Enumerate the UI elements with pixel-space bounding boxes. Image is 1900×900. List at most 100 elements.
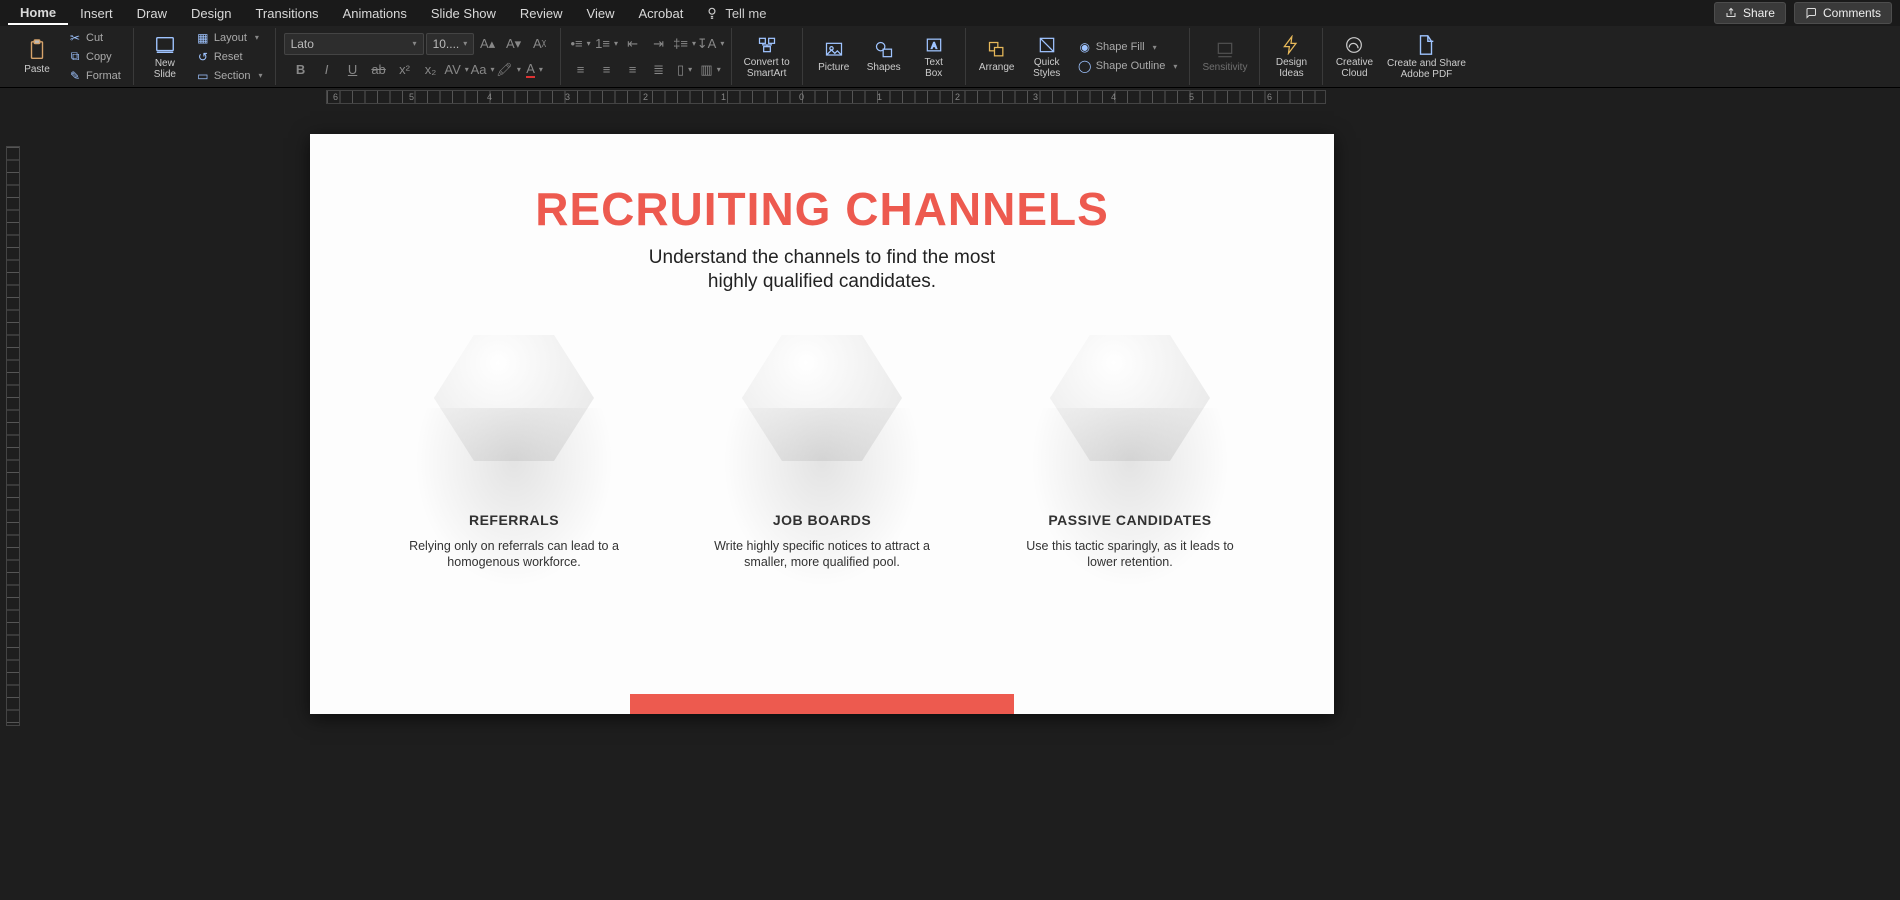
- underline-button[interactable]: U: [341, 59, 365, 81]
- bullets-button[interactable]: •≡: [569, 33, 593, 55]
- comment-icon: [1805, 7, 1817, 19]
- highlight-button[interactable]: 🖍: [497, 59, 521, 81]
- slide-title[interactable]: RECRUITING CHANNELS: [310, 182, 1334, 236]
- format-painter-button[interactable]: ✎Format: [64, 67, 125, 85]
- column-heading[interactable]: JOB BOARDS: [692, 512, 952, 528]
- italic-button[interactable]: I: [315, 59, 339, 81]
- sensitivity-button[interactable]: Sensitivity: [1198, 28, 1251, 86]
- column-job-boards[interactable]: JOB BOARDS Write highly specific notices…: [692, 328, 952, 570]
- outdent-button[interactable]: ⇤: [621, 33, 645, 55]
- align-center-button[interactable]: ≡: [595, 59, 619, 81]
- section-label: Section: [214, 70, 251, 82]
- design-ideas-button[interactable]: Design Ideas: [1268, 28, 1314, 86]
- font-size-select[interactable]: 10....: [426, 33, 474, 55]
- arrange-button[interactable]: Arrange: [974, 28, 1020, 86]
- creative-cloud-button[interactable]: Creative Cloud: [1331, 28, 1377, 86]
- tab-design[interactable]: Design: [179, 2, 243, 24]
- column-heading[interactable]: PASSIVE CANDIDATES: [1000, 512, 1260, 528]
- slide-canvas[interactable]: RECRUITING CHANNELS Understand the chann…: [310, 134, 1334, 714]
- column-body[interactable]: Relying only on referrals can lead to a …: [384, 538, 644, 570]
- change-case-button[interactable]: Aa: [471, 59, 495, 81]
- justify-icon: ≣: [653, 62, 664, 78]
- accent-bar[interactable]: [630, 694, 1014, 714]
- quick-styles-button[interactable]: Quick Styles: [1024, 28, 1070, 86]
- horizontal-ruler[interactable]: 6 5 4 3 2 1 0 1 2 3 4 5 6: [26, 88, 1900, 106]
- paste-button[interactable]: Paste: [14, 28, 60, 86]
- copy-label: Copy: [86, 51, 112, 63]
- hexagon-shape[interactable]: [1050, 328, 1210, 468]
- picture-button[interactable]: Picture: [811, 28, 857, 86]
- clear-format-button[interactable]: Aᵡ: [528, 33, 552, 55]
- ruler-tick: 6: [333, 92, 338, 102]
- tab-insert[interactable]: Insert: [68, 2, 125, 24]
- group-insert: Picture Shapes A Text Box: [803, 28, 966, 85]
- hexagon-shape[interactable]: [434, 328, 594, 468]
- convert-smartart-label: Convert to SmartArt: [744, 57, 790, 79]
- shape-fill-button[interactable]: ◉Shape Fill: [1074, 38, 1182, 56]
- tab-home[interactable]: Home: [8, 1, 68, 25]
- ruler-tick: 3: [565, 92, 570, 102]
- convert-smartart-button[interactable]: Convert to SmartArt: [740, 28, 794, 86]
- tab-view[interactable]: View: [575, 2, 627, 24]
- columns-button[interactable]: ▥: [699, 59, 723, 81]
- copy-icon: ⧉: [68, 49, 82, 64]
- comments-button[interactable]: Comments: [1794, 2, 1892, 24]
- column-passive[interactable]: PASSIVE CANDIDATES Use this tactic spari…: [1000, 328, 1260, 570]
- align-left-button[interactable]: ≡: [569, 59, 593, 81]
- group-sensitivity: Sensitivity: [1190, 28, 1260, 85]
- column-heading[interactable]: REFERRALS: [384, 512, 644, 528]
- textbox-icon: A: [923, 35, 945, 55]
- justify-button[interactable]: ≣: [647, 59, 671, 81]
- tab-draw[interactable]: Draw: [125, 2, 179, 24]
- slide-subtitle[interactable]: Understand the channels to find the most…: [310, 246, 1334, 294]
- bold-button[interactable]: B: [289, 59, 313, 81]
- strike-button[interactable]: ab: [367, 59, 391, 81]
- arrange-label: Arrange: [979, 62, 1015, 73]
- new-slide-button[interactable]: New Slide: [142, 28, 188, 86]
- indent-button[interactable]: ⇥: [647, 33, 671, 55]
- tab-review[interactable]: Review: [508, 2, 575, 24]
- line-spacing-button[interactable]: ‡≡: [673, 33, 697, 55]
- increase-font-button[interactable]: A▴: [476, 33, 500, 55]
- adobe-pdf-button[interactable]: Create and Share Adobe PDF: [1381, 28, 1471, 86]
- decrease-font-button[interactable]: A▾: [502, 33, 526, 55]
- column-body[interactable]: Use this tactic sparingly, as it leads t…: [1000, 538, 1260, 570]
- vertical-ruler[interactable]: [0, 106, 26, 900]
- tab-slideshow[interactable]: Slide Show: [419, 2, 508, 24]
- text-direction-button[interactable]: ↧A: [699, 33, 723, 55]
- align-vertical-button[interactable]: ▯: [673, 59, 697, 81]
- textbox-button[interactable]: A Text Box: [911, 28, 957, 86]
- copy-button[interactable]: ⧉ Copy: [64, 48, 125, 66]
- font-color-button[interactable]: A: [523, 59, 547, 81]
- section-button[interactable]: ▭Section: [192, 67, 267, 85]
- numbering-button[interactable]: 1≡: [595, 33, 619, 55]
- ruler-tick: 1: [877, 92, 882, 102]
- column-referrals[interactable]: REFERRALS Relying only on referrals can …: [384, 328, 644, 570]
- tab-acrobat[interactable]: Acrobat: [627, 2, 696, 24]
- share-button[interactable]: Share: [1714, 2, 1786, 24]
- text-direction-icon: ↧A: [697, 36, 717, 52]
- share-icon: [1725, 7, 1737, 19]
- shape-outline-button[interactable]: ◯Shape Outline: [1074, 57, 1182, 75]
- subscript-button[interactable]: x₂: [419, 59, 443, 81]
- group-designer: Design Ideas: [1260, 28, 1323, 85]
- hexagon-shape[interactable]: [742, 328, 902, 468]
- font-name-select[interactable]: Lato: [284, 33, 424, 55]
- column-body[interactable]: Write highly specific notices to attract…: [692, 538, 952, 570]
- tab-animations[interactable]: Animations: [331, 2, 419, 24]
- group-arrange: Arrange Quick Styles ◉Shape Fill ◯Shape …: [966, 28, 1191, 85]
- cut-button[interactable]: ✂Cut: [64, 29, 125, 47]
- tab-transitions[interactable]: Transitions: [243, 2, 330, 24]
- superscript-button[interactable]: x²: [393, 59, 417, 81]
- layout-button[interactable]: ▦Layout: [192, 29, 267, 47]
- slide-subtitle-line1: Understand the channels to find the most: [649, 247, 995, 268]
- shapes-button[interactable]: Shapes: [861, 28, 907, 86]
- adobe-pdf-label: Create and Share Adobe PDF: [1387, 58, 1466, 80]
- tell-me[interactable]: Tell me: [695, 2, 776, 25]
- bold-icon: B: [296, 62, 305, 77]
- text-effects-button[interactable]: AV: [445, 59, 469, 81]
- reset-button[interactable]: ↺Reset: [192, 48, 267, 66]
- brush-icon: ✎: [68, 69, 82, 83]
- menu-tabs: Home Insert Draw Design Transitions Anim…: [0, 0, 1900, 26]
- align-right-button[interactable]: ≡: [621, 59, 645, 81]
